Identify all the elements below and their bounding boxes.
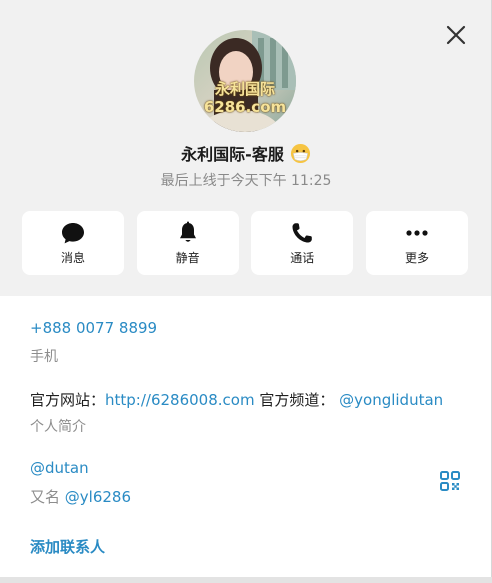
- message-button-label: 消息: [60, 251, 85, 265]
- bio-prefix: 官方网站：: [30, 391, 106, 409]
- profile-name-row: 永利国际-客服: [0, 141, 492, 165]
- panel-bottom-divider: [0, 577, 492, 583]
- phone-number[interactable]: +888 0077 8899: [30, 319, 157, 337]
- mute-button[interactable]: 静音: [136, 211, 239, 275]
- bio-label: 个人简介: [30, 419, 86, 435]
- mute-button-label: 静音: [175, 251, 200, 265]
- chat-bubble-icon: [62, 223, 84, 244]
- bio-channel-link[interactable]: @yonglidutan: [339, 391, 443, 409]
- alias-row: 又名 @yl6286: [30, 486, 131, 507]
- add-contact-button[interactable]: 添加联系人: [30, 536, 105, 557]
- bio-text: 官方网站：http://6286008.com 官方频道： @yonglidut…: [30, 389, 443, 410]
- more-dots-icon: [406, 230, 428, 236]
- bio-middle: 官方频道：: [254, 391, 335, 409]
- alias-prefix: 又名: [30, 488, 65, 506]
- profile-name: 永利国际-客服: [181, 145, 284, 164]
- action-bar: 消息 静音 通话 更多: [22, 211, 468, 275]
- call-button[interactable]: 通话: [251, 211, 354, 275]
- call-button-label: 通话: [290, 251, 315, 265]
- username[interactable]: @dutan: [30, 459, 89, 477]
- phone-label: 手机: [30, 349, 58, 365]
- avatar[interactable]: 永利国际 6286.com: [194, 30, 296, 132]
- more-button[interactable]: 更多: [365, 211, 468, 275]
- alias-username-link[interactable]: @yl6286: [65, 488, 131, 506]
- last-seen-status: 最后上线于今天下午 11:25: [160, 173, 332, 189]
- close-icon[interactable]: [444, 23, 468, 47]
- phone-icon: [292, 223, 313, 243]
- message-button[interactable]: 消息: [22, 211, 124, 275]
- qr-code-icon[interactable]: [439, 470, 461, 492]
- avatar-watermark: 永利国际 6286.com: [203, 80, 287, 116]
- more-button-label: 更多: [404, 251, 429, 265]
- profile-info-section: +888 0077 8899 手机 官方网站：http://6286008.co…: [0, 296, 491, 577]
- mask-face-emoji-icon: [290, 143, 310, 164]
- bell-icon: [179, 221, 196, 242]
- user-profile-panel: 永利国际 6286.com 永利国际-客服 最后上线于今天下午 11:25 消息: [0, 0, 492, 583]
- bio-website-link[interactable]: http://6286008.com: [105, 391, 255, 409]
